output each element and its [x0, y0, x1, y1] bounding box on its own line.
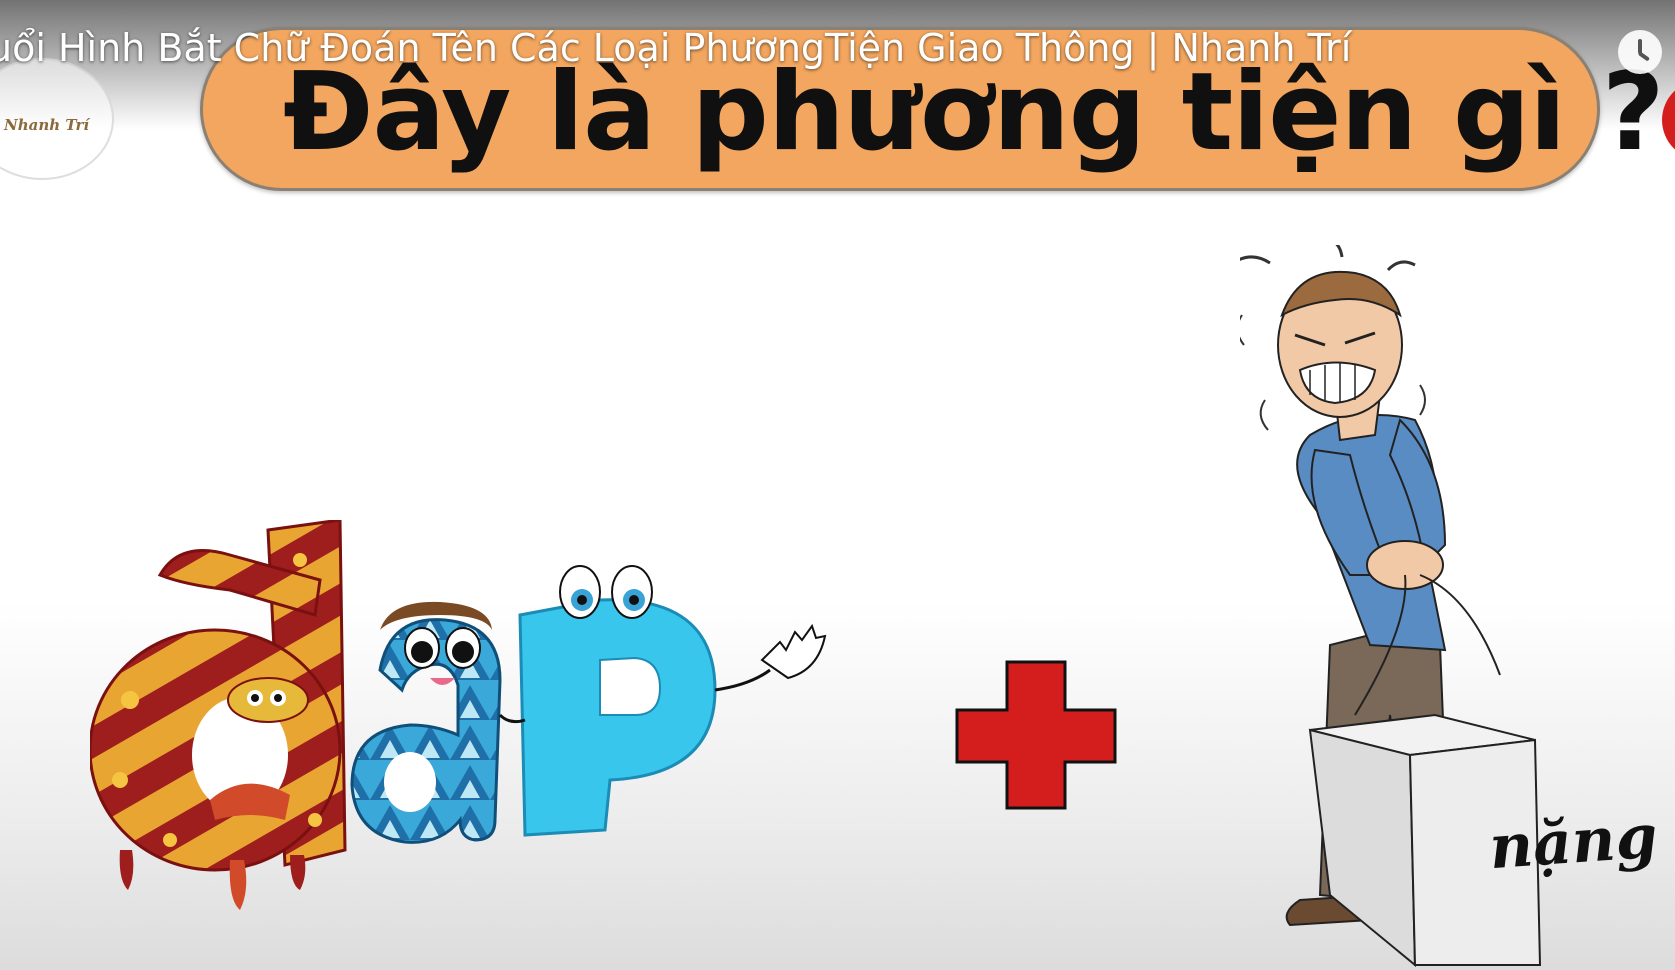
- box-label: nặng: [1487, 801, 1660, 884]
- letter-p: [498, 565, 827, 837]
- puzzle-word-illustration: [90, 520, 827, 910]
- letter-d: [90, 520, 347, 910]
- letter-a: [350, 601, 502, 844]
- clock-icon[interactable]: [1618, 30, 1662, 74]
- video-title[interactable]: uổi Hình Bắt Chữ Đoán Tên Các Loại Phươn…: [0, 26, 1351, 78]
- channel-logo-text: Nhanh Trí: [4, 116, 90, 134]
- plus-icon: [955, 660, 1117, 810]
